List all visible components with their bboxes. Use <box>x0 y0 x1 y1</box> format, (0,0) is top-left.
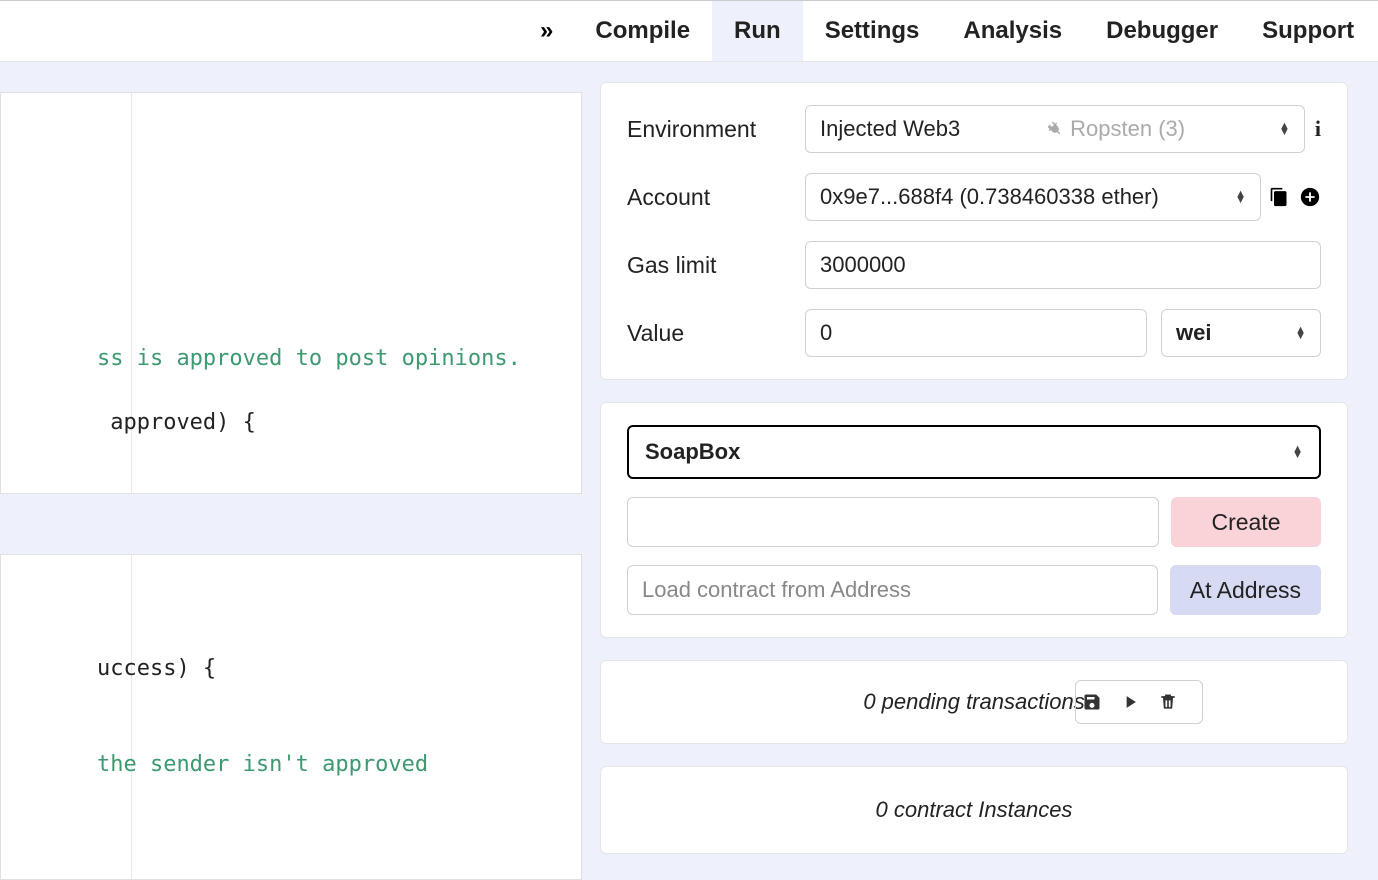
gas-limit-input[interactable]: 3000000 <box>805 241 1321 289</box>
environment-select[interactable]: Injected Web3 Ropsten (3) ▲▼ <box>805 105 1305 153</box>
dropdown-caret-icon: ▲▼ <box>1235 191 1246 203</box>
expand-chevron-icon[interactable]: » <box>540 17 553 45</box>
contract-instances-card: 0 contract Instances <box>600 766 1348 854</box>
main-area: ss is approved to post opinions. approve… <box>0 62 1378 880</box>
tabs: Compile Run Settings Analysis Debugger S… <box>573 1 1376 61</box>
trash-icon[interactable] <box>1158 692 1196 712</box>
gas-limit-value: 3000000 <box>820 252 906 278</box>
code-text: approved) { <box>97 410 256 435</box>
pending-transactions-text: 0 pending transactions <box>863 689 1084 715</box>
play-icon[interactable] <box>1120 692 1158 712</box>
constructor-args-input[interactable] <box>627 497 1159 547</box>
run-panel: Environment Injected Web3 Ropsten (3) ▲▼… <box>582 62 1378 880</box>
info-icon[interactable]: i <box>1315 116 1321 142</box>
contract-name: SoapBox <box>645 439 740 465</box>
tab-run[interactable]: Run <box>712 1 803 61</box>
pending-actions <box>1075 680 1203 724</box>
gas-limit-label: Gas limit <box>627 252 805 279</box>
environment-value: Injected Web3 <box>820 116 960 142</box>
account-label: Account <box>627 184 805 211</box>
value-unit: wei <box>1176 320 1211 346</box>
editor-pane-top[interactable]: ss is approved to post opinions. approve… <box>0 92 582 494</box>
top-tab-bar: » Compile Run Settings Analysis Debugger… <box>0 0 1378 62</box>
dropdown-caret-icon: ▲▼ <box>1295 327 1306 339</box>
tab-support[interactable]: Support <box>1240 1 1376 61</box>
contract-instances-text: 0 contract Instances <box>876 797 1073 822</box>
plug-icon <box>1042 116 1067 141</box>
editor-gap <box>0 494 582 554</box>
editor-column: ss is approved to post opinions. approve… <box>0 62 582 880</box>
dropdown-caret-icon: ▲▼ <box>1279 123 1290 135</box>
code-comment: the sender isn't approved <box>97 752 428 777</box>
contract-select[interactable]: SoapBox ▲▼ <box>627 425 1321 479</box>
tab-analysis[interactable]: Analysis <box>941 1 1084 61</box>
add-account-icon[interactable] <box>1299 186 1321 208</box>
contract-address-placeholder: Load contract from Address <box>642 577 911 603</box>
code-comment: ss is approved to post opinions. <box>97 346 521 371</box>
tab-settings[interactable]: Settings <box>803 1 942 61</box>
dropdown-caret-icon: ▲▼ <box>1292 446 1303 458</box>
at-address-button[interactable]: At Address <box>1170 565 1321 615</box>
tab-compile[interactable]: Compile <box>573 1 712 61</box>
save-icon[interactable] <box>1082 692 1120 712</box>
pending-transactions-card: 0 pending transactions <box>600 660 1348 744</box>
account-select[interactable]: 0x9e7...688f4 (0.738460338 ether) ▲▼ <box>805 173 1261 221</box>
contract-address-input[interactable]: Load contract from Address <box>627 565 1158 615</box>
value-value: 0 <box>820 320 832 346</box>
deploy-card: SoapBox ▲▼ Create Load contract from Add… <box>600 402 1348 638</box>
value-unit-select[interactable]: wei ▲▼ <box>1161 309 1321 357</box>
code-text: uccess) { <box>97 656 216 681</box>
value-label: Value <box>627 320 805 347</box>
environment-label: Environment <box>627 116 805 143</box>
account-value: 0x9e7...688f4 (0.738460338 ether) <box>820 184 1159 210</box>
environment-network: Ropsten (3) <box>1046 116 1185 142</box>
value-input[interactable]: 0 <box>805 309 1147 357</box>
environment-card: Environment Injected Web3 Ropsten (3) ▲▼… <box>600 82 1348 380</box>
create-button[interactable]: Create <box>1171 497 1321 547</box>
copy-account-icon[interactable] <box>1269 187 1289 207</box>
editor-pane-bottom[interactable]: uccess) { the sender isn't approved <box>0 554 582 880</box>
tab-debugger[interactable]: Debugger <box>1084 1 1240 61</box>
